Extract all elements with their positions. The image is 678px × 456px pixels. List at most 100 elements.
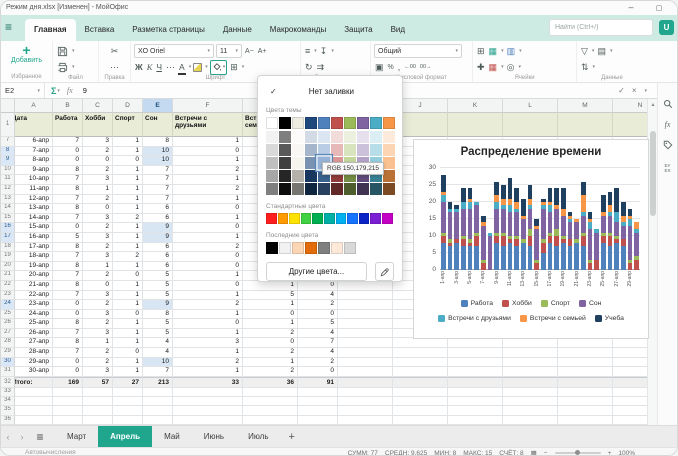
cell[interactable] [558,416,613,425]
chevron-down-icon[interactable]: ▾ [189,64,192,70]
header-cell[interactable]: Хобби [83,113,113,137]
tint-swatch[interactable] [383,170,395,182]
sheet-tab-Май[interactable]: Май [152,426,192,448]
cell[interactable]: 91 [298,377,338,388]
cell[interactable]: 1 [113,195,143,205]
cell[interactable] [143,397,173,406]
cell[interactable]: 8 [143,310,173,320]
autosum-button[interactable]: Σ [51,86,56,96]
cell[interactable]: 2 [83,319,113,329]
theme-color-swatch[interactable] [305,117,317,129]
cell[interactable]: 0 [173,204,243,214]
row-header-24[interactable]: 24 [1,300,15,310]
cell[interactable]: 19-апр [15,262,53,272]
header-cell[interactable] [613,113,649,137]
sort-icon[interactable]: ⇅ [580,61,590,74]
cell[interactable]: 7 [53,195,83,205]
cell[interactable]: 7 [143,185,173,195]
cell[interactable]: 1 [113,243,143,253]
formula-input[interactable]: 9 [83,86,87,95]
row-header-22[interactable]: 22 [1,281,15,291]
highlight-color-button[interactable] [193,63,202,72]
cell[interactable] [338,416,393,425]
cell[interactable] [338,338,393,348]
tint-swatch[interactable] [279,183,291,195]
add-sheet-button[interactable]: + [289,431,295,443]
row-header-18[interactable]: 18 [1,243,15,253]
column-header-E[interactable]: E [143,99,173,113]
tab-Данные[interactable]: Данные [214,19,261,41]
standard-color-swatch[interactable] [278,213,289,224]
cell[interactable]: 1 [113,300,143,310]
cell[interactable]: 6 [143,214,173,224]
zoom-out-button[interactable]: − [544,450,548,456]
cell[interactable]: 213 [143,377,173,388]
cell[interactable] [448,358,503,368]
cell[interactable] [338,300,393,310]
cell[interactable] [298,406,338,415]
cell[interactable] [393,416,448,425]
cell[interactable]: 1 [113,281,143,291]
cell[interactable]: 36 [243,377,298,388]
tint-swatch[interactable] [383,131,395,143]
tint-swatch[interactable] [292,131,304,143]
cell[interactable]: 15-апр [15,223,53,233]
insert-function-button[interactable]: fx [67,86,73,95]
cell[interactable]: 2 [83,166,113,176]
no-fill-option[interactable]: ✓ Нет заливки [266,84,394,99]
cell[interactable]: 4 [298,329,338,339]
minimize-button[interactable]: – [625,2,637,12]
tint-swatch[interactable] [292,157,304,169]
tint-swatch[interactable] [279,170,291,182]
cell[interactable] [393,397,448,406]
recent-color-swatch[interactable] [292,242,304,254]
cell[interactable] [613,416,649,425]
cell[interactable]: 1 [173,175,243,185]
cell[interactable]: 2 [83,358,113,368]
cell[interactable] [448,406,503,415]
cell[interactable]: 29-апр [15,358,53,368]
cell[interactable] [298,388,338,397]
cell[interactable] [173,397,243,406]
cell[interactable] [558,397,613,406]
chevron-down-icon[interactable]: ▾ [223,64,226,70]
tint-swatch[interactable] [318,183,330,195]
cell[interactable]: 7 [298,338,338,348]
cell[interactable] [15,388,53,397]
cell[interactable] [613,406,649,415]
cell[interactable]: 0 [113,156,143,166]
cell[interactable]: 8 [53,185,83,195]
row-header-11[interactable]: 11 [1,175,15,185]
cell[interactable] [558,377,613,388]
sheet-list-icon[interactable]: ≡ [29,430,51,444]
tint-swatch[interactable] [318,131,330,143]
row-header-21[interactable]: 21 [1,271,15,281]
cell[interactable] [338,319,393,329]
cell[interactable]: 10 [143,156,173,166]
cell[interactable]: 1 [83,338,113,348]
tint-swatch[interactable] [279,157,291,169]
cell[interactable]: 11-апр [15,185,53,195]
chevron-down-icon[interactable]: ▾ [519,48,522,54]
cell[interactable] [448,348,503,358]
tint-swatch[interactable] [305,157,317,169]
row-header-20[interactable]: 20 [1,262,15,272]
cell[interactable]: 1 [173,291,243,301]
indent-button[interactable]: ⇉ [316,61,326,74]
tint-swatch[interactable] [292,170,304,182]
cell[interactable]: 8 [53,243,83,253]
standard-color-swatch[interactable] [382,213,393,224]
cell[interactable]: 9-апр [15,166,53,176]
chevron-down-icon[interactable]: ▾ [610,48,613,54]
cell[interactable]: 30-апр [15,367,53,377]
cell[interactable] [448,388,503,397]
cell[interactable]: 2 [243,329,298,339]
cell[interactable]: 2 [83,223,113,233]
cell[interactable] [83,406,113,415]
cell[interactable]: 5 [298,319,338,329]
row-header-28[interactable]: 28 [1,338,15,348]
cell[interactable] [613,358,649,368]
cell[interactable]: 0 [298,281,338,291]
standard-color-swatch[interactable] [359,213,370,224]
chevron-down-icon[interactable]: ▾ [501,64,504,70]
